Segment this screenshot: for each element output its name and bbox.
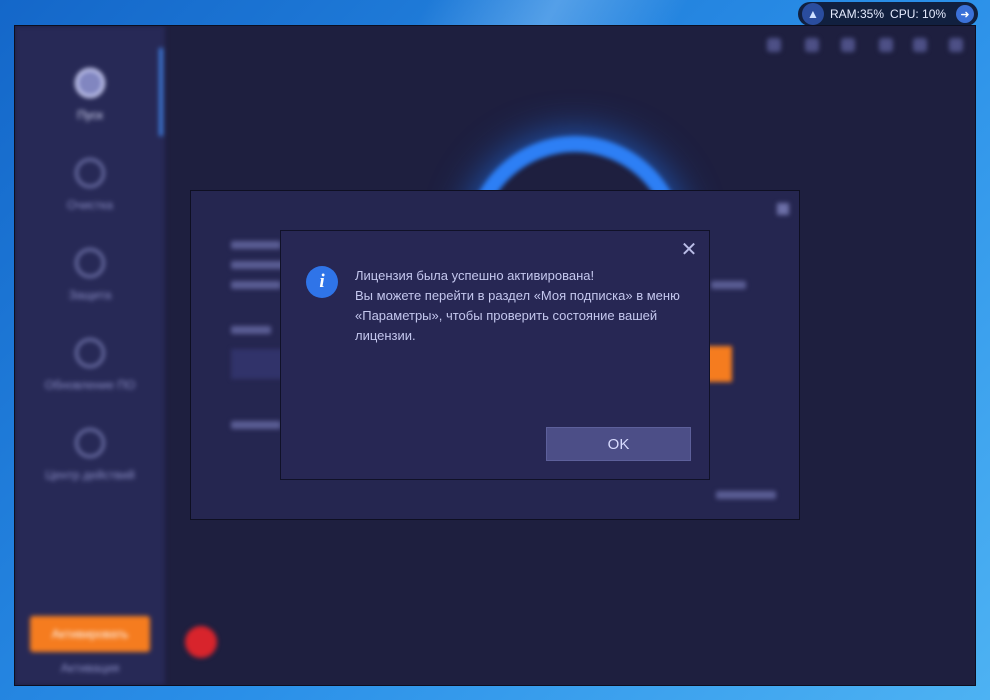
home-icon [75, 68, 105, 98]
footer-promo [185, 626, 227, 660]
cpu-usage: CPU: 10% [890, 7, 947, 21]
resource-monitor-widget[interactable]: ▲ RAM:35% CPU: 10% ➜ [798, 2, 978, 26]
sidebar-item-label: Обновление ПО [44, 378, 136, 392]
maximize-icon[interactable] [913, 38, 927, 52]
update-icon [75, 338, 105, 368]
sidebar-item-label: Пуск [77, 108, 103, 122]
sidebar-item-label: Очистка [67, 198, 113, 212]
sidebar-item-clean[interactable]: Очистка [15, 158, 165, 212]
settings-icon[interactable] [841, 38, 855, 52]
gift-icon[interactable] [805, 38, 819, 52]
close-button[interactable]: ✕ [679, 239, 699, 259]
notification-icon[interactable] [767, 38, 781, 52]
grid-icon [75, 428, 105, 458]
sidebar-item-start[interactable]: Пуск [15, 68, 165, 122]
ram-usage: RAM:35% [830, 7, 885, 21]
info-icon: i [306, 266, 338, 298]
close-icon [777, 203, 789, 215]
close-window-icon[interactable] [949, 38, 963, 52]
arrow-right-icon[interactable]: ➜ [956, 5, 974, 23]
ok-button[interactable]: OK [546, 427, 691, 461]
shield-icon [75, 248, 105, 278]
sidebar-item-label: Защита [68, 288, 112, 302]
license-activated-dialog: ✕ i Лицензия была успешно активирована! … [280, 230, 710, 480]
app-sidebar: Пуск Очистка Защита Обновление ПО Центр … [15, 26, 165, 685]
dialog-message: Лицензия была успешно активирована! Вы м… [355, 266, 685, 346]
rocket-icon[interactable]: ▲ [802, 3, 824, 25]
sidebar-item-label: Центр действий [45, 468, 135, 482]
broom-icon [75, 158, 105, 188]
vpn-logo-icon [185, 626, 217, 658]
upgrade-button[interactable]: Активировать [30, 616, 150, 652]
activate-link[interactable]: Активация [15, 661, 165, 675]
sidebar-item-update[interactable]: Обновление ПО [15, 338, 165, 392]
message-line-title: Лицензия была успешно активирована! [355, 268, 595, 283]
message-line-body: Вы можете перейти в раздел «Моя подписка… [355, 288, 680, 343]
sidebar-item-protect[interactable]: Защита [15, 248, 165, 302]
minimize-icon[interactable] [879, 38, 893, 52]
sidebar-item-action-center[interactable]: Центр действий [15, 428, 165, 482]
